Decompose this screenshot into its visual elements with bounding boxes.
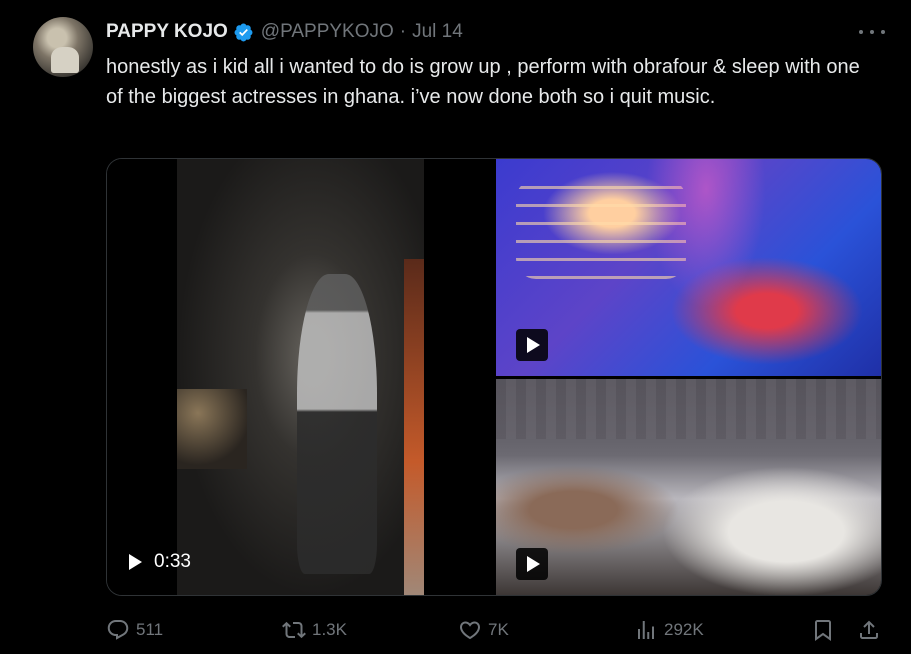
video-duration-label: 0:33	[154, 551, 191, 572]
share-icon	[860, 620, 878, 639]
play-icon[interactable]	[516, 548, 548, 580]
reply-button[interactable]: 511	[106, 612, 163, 648]
video-frame-table	[177, 389, 247, 469]
share-button[interactable]	[857, 612, 881, 648]
tweet-date[interactable]: Jul 14	[412, 21, 463, 43]
play-icon	[129, 554, 142, 570]
bookmark-icon	[815, 620, 831, 641]
video-thumbnail-bottom-right[interactable]	[496, 379, 881, 595]
views-button[interactable]: 292K	[634, 612, 704, 648]
tweet-text: honestly as i kid all i wanted to do is …	[106, 56, 860, 108]
retweet-icon	[282, 621, 306, 639]
view-count: 292K	[664, 620, 704, 639]
like-count: 7K	[488, 620, 509, 639]
bookmark-button[interactable]	[811, 612, 835, 648]
video-frame-edge	[404, 259, 424, 595]
header-separator: ·	[399, 21, 407, 42]
reply-count: 511	[136, 620, 164, 639]
play-icon[interactable]	[516, 329, 548, 361]
author-avatar[interactable]	[33, 17, 93, 77]
like-icon	[459, 621, 481, 640]
tweet-actions-bar: 511 1.3K 7K 292K	[0, 612, 911, 648]
retweet-button[interactable]: 1.3K	[282, 612, 347, 648]
video-thumbnail-main[interactable]: 0:33	[107, 159, 495, 595]
video-frame-flare	[646, 159, 766, 309]
video-thumbnail-top-right[interactable]	[496, 159, 881, 376]
video-frame-performer	[297, 274, 377, 574]
views-icon	[638, 621, 654, 639]
reply-icon	[107, 620, 129, 640]
author-handle[interactable]: @PAPPYKOJO	[261, 21, 394, 43]
verified-badge-icon[interactable]	[233, 22, 254, 43]
video-duration[interactable]: 0:33	[129, 550, 191, 574]
tweet-media-grid: 0:33	[106, 158, 882, 596]
tweet-header: PAPPY KOJO @PAPPYKOJO · Jul 14	[106, 18, 463, 46]
author-name[interactable]: PAPPY KOJO	[106, 21, 228, 43]
like-button[interactable]: 7K	[458, 612, 509, 648]
video-frame-wall	[496, 379, 881, 439]
more-options-icon[interactable]	[859, 24, 885, 40]
retweet-count: 1.3K	[312, 620, 347, 639]
